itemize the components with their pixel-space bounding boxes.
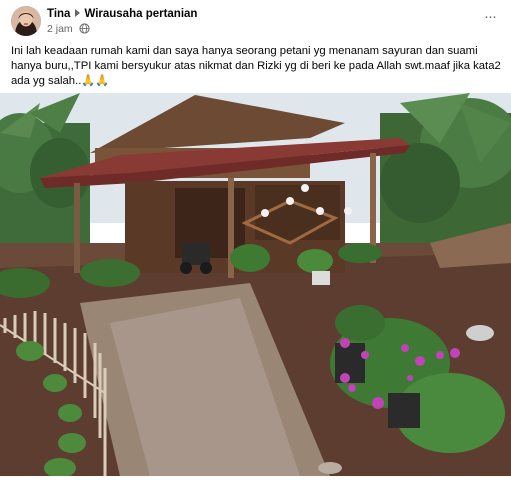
author-line: Tina Wirausaha pertanian: [47, 7, 197, 21]
facebook-post: Tina Wirausaha pertanian 2 jam ··· Ini la…: [0, 0, 511, 478]
praying-hands-emoji: 🙏🙏: [81, 75, 110, 87]
caret-right-icon: [75, 9, 81, 17]
post-header: Tina Wirausaha pertanian 2 jam ···: [0, 0, 511, 40]
avatar-portrait-icon: [11, 6, 41, 36]
caption-line: Ini lah keadaan rumah kami dan saya hany…: [11, 45, 478, 57]
post-caption: Ini lah keadaan rumah kami dan saya hany…: [11, 44, 503, 89]
house-photo-illustration: [0, 93, 511, 478]
post-photo[interactable]: [0, 93, 511, 478]
caption-line-text: ada yg salah..: [11, 75, 82, 87]
group-name[interactable]: Wirausaha pertanian: [84, 8, 197, 20]
post-meta: 2 jam: [47, 23, 90, 37]
author-avatar[interactable]: [11, 6, 41, 36]
globe-icon: [79, 23, 90, 37]
caption-line: hanya buru,,TPI kami bersyukur atas nikm…: [11, 60, 501, 72]
author-name[interactable]: Tina: [47, 8, 70, 20]
more-options-icon[interactable]: ···: [481, 9, 499, 26]
post-timestamp[interactable]: 2 jam: [47, 23, 73, 35]
caption-line: ada yg salah..🙏🙏: [11, 74, 503, 89]
